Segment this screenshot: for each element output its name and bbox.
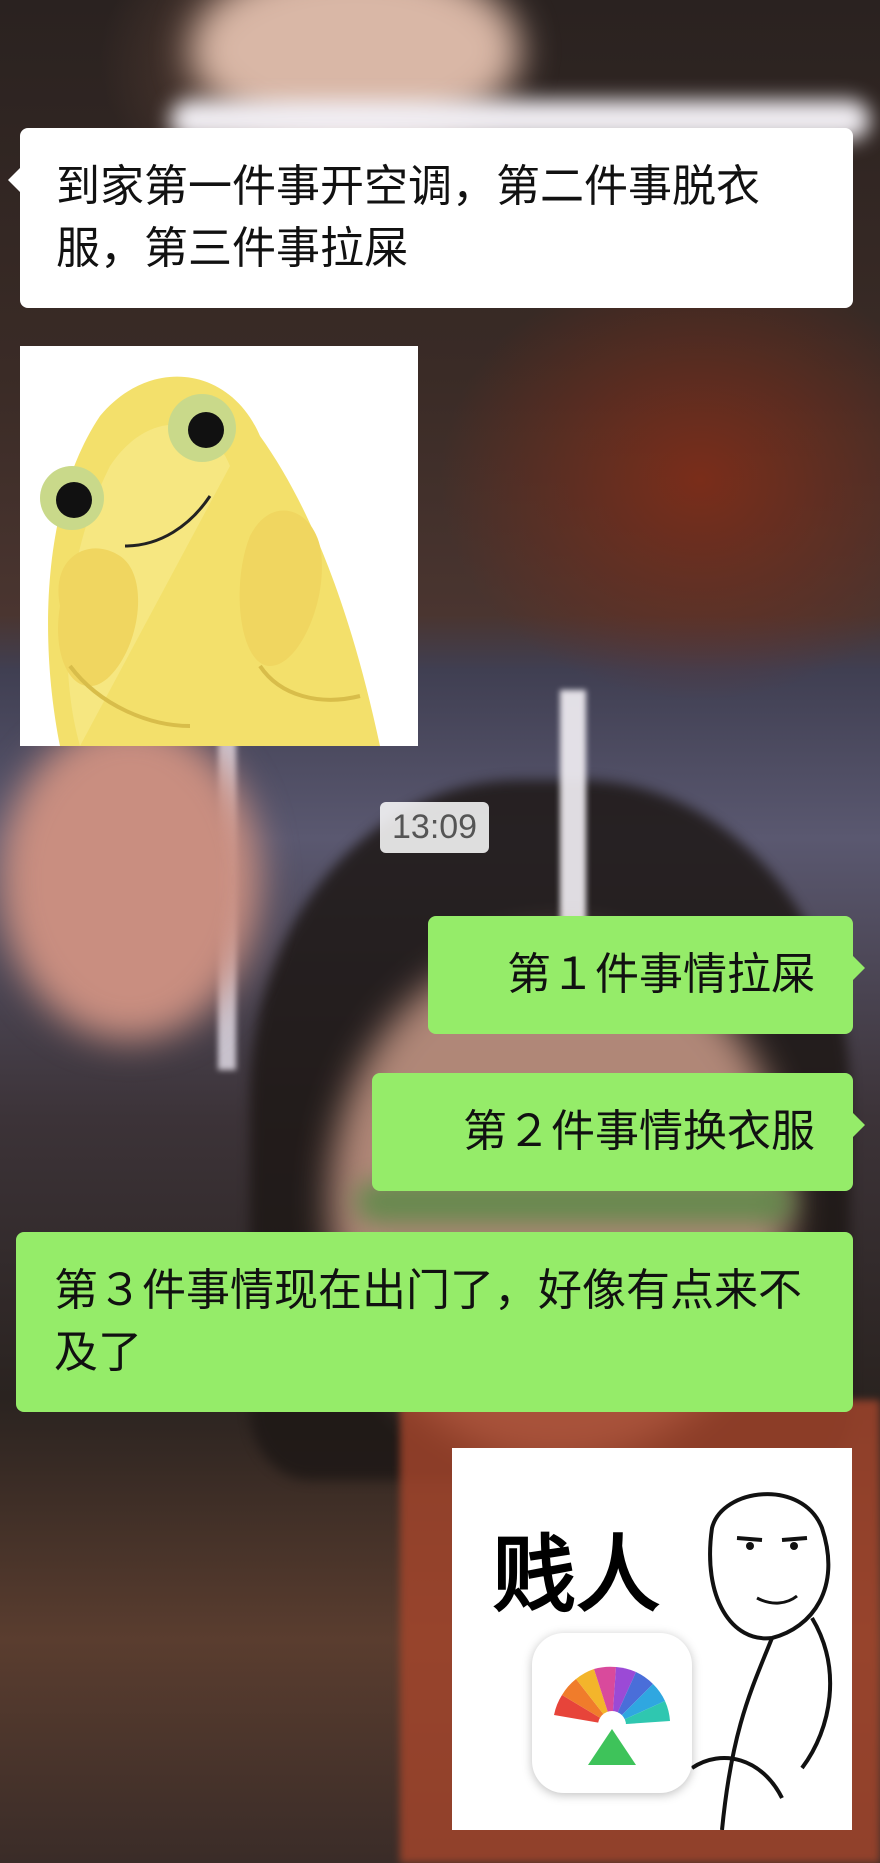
chat-screen: 到家第一件事开空调，第二件事脱衣服，第三件事拉屎 13:09 第１件事情拉屎 第… [0, 0, 880, 1863]
yellow-blob-sticker[interactable] [20, 346, 418, 746]
app-logo-icon [554, 1666, 670, 1765]
message-text: 到家第一件事开空调，第二件事脱衣服，第三件事拉屎 [56, 161, 760, 274]
message-timestamp: 13:09 [380, 802, 490, 853]
message-bubble-incoming[interactable]: 到家第一件事开空调，第二件事脱衣服，第三件事拉屎 [8, 128, 853, 308]
message-text: 第１件事情拉屎 [507, 949, 815, 1000]
message-bubble-outgoing[interactable]: 第３件事情现在出门了，好像有点来不及了 [16, 1232, 853, 1412]
blurred-photo-face [0, 720, 260, 1040]
yellow-blob-icon [20, 346, 418, 746]
message-bubble-outgoing[interactable]: 第１件事情拉屎 [428, 916, 865, 1034]
message-bubble-outgoing[interactable]: 第２件事情换衣服 [372, 1073, 865, 1191]
message-text: 第２件事情换衣服 [463, 1106, 815, 1157]
message-text: 第３件事情现在出门了，好像有点来不及了 [54, 1265, 802, 1378]
app-logo [532, 1633, 692, 1793]
meme-caption: 贱人 [492, 1526, 661, 1624]
meme-face-sticker[interactable]: 贱人 [452, 1448, 852, 1830]
